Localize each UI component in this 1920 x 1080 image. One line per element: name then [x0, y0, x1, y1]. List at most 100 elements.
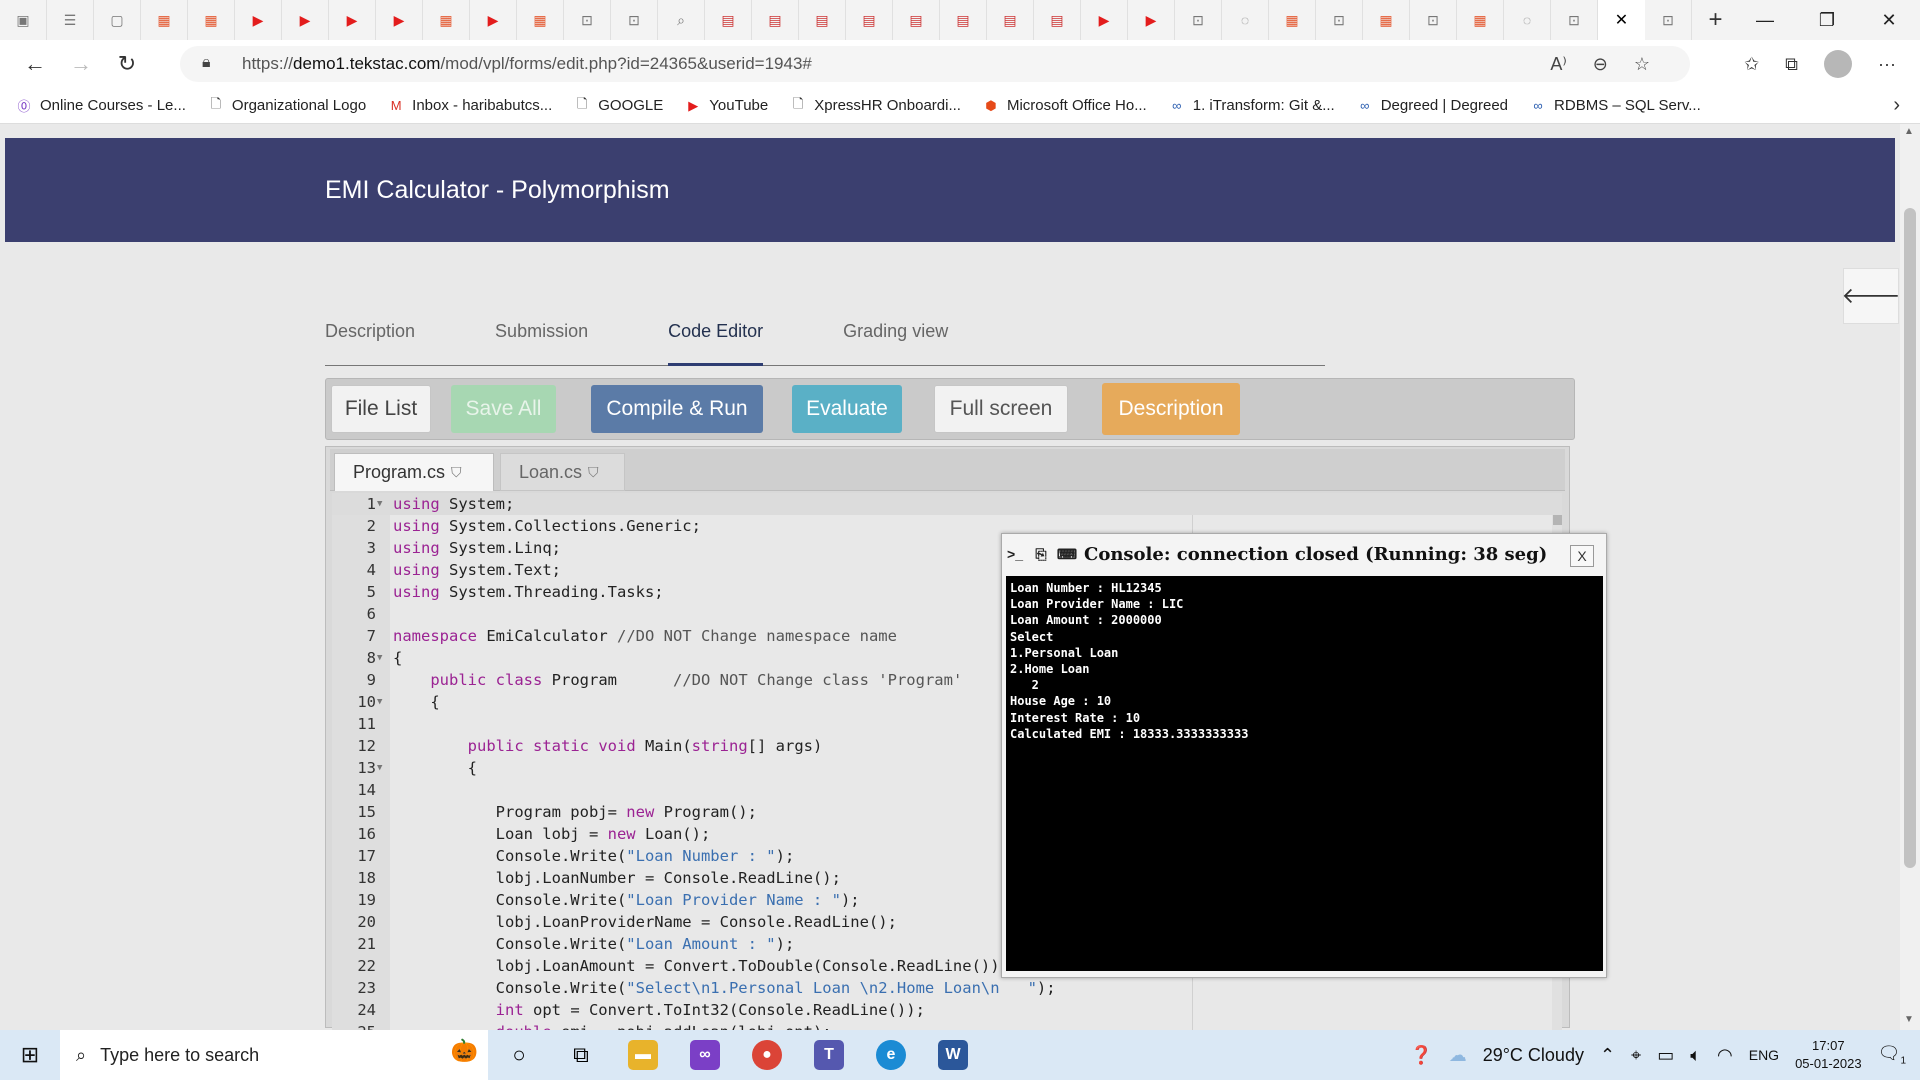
notification-icon[interactable]: 🗨︎1 [1878, 1043, 1906, 1067]
task-view-icon[interactable]: ⧉ [550, 1030, 612, 1080]
zoom-out-icon[interactable]: ⊖ [1593, 54, 1608, 75]
scroll-up-icon[interactable]: ▲ [1904, 126, 1914, 137]
fold-arrow-icon[interactable]: ▼ [377, 493, 382, 515]
page-scroll-thumb[interactable] [1904, 208, 1916, 868]
volume-icon[interactable]: 🔈︎ [1690, 1045, 1701, 1066]
bookmark-item[interactable]: ∞ Degreed | Degreed [1357, 97, 1508, 114]
code-line[interactable]: 23 Console.Write("Select\n1.Personal Loa… [332, 977, 1562, 999]
read-aloud-icon[interactable]: A⁾ [1550, 54, 1566, 75]
bookmark-item[interactable]: 🗋 Organizational Logo [208, 96, 367, 115]
compile-run-button[interactable]: Compile & Run [591, 385, 763, 433]
browser-tab[interactable]: ⌕ [658, 0, 705, 40]
restore-icon[interactable]: ❐ [1796, 0, 1858, 40]
collections-icon[interactable]: ⧉ [1785, 54, 1798, 75]
browser-tab[interactable]: ▶ [470, 0, 517, 40]
fold-arrow-icon[interactable]: ▼ [377, 757, 382, 779]
full-screen-button[interactable]: Full screen [934, 385, 1068, 433]
terminal-icon[interactable]: >_ [1002, 546, 1028, 562]
save-all-button[interactable]: Save All [451, 385, 556, 433]
browser-tab[interactable]: ⊡ [1645, 0, 1692, 40]
add-favorite-icon[interactable]: ☆ [1634, 54, 1650, 75]
console-close-button[interactable]: X [1570, 545, 1594, 567]
forward-button[interactable]: → [58, 44, 104, 84]
edge-icon[interactable]: e [860, 1030, 922, 1080]
active-browser-tab[interactable]: ✕ [1598, 0, 1645, 40]
browser-tab[interactable]: ◌ [1222, 0, 1269, 40]
help-icon[interactable]: ❓ [1410, 1045, 1432, 1066]
browser-tab[interactable]: ▶ [329, 0, 376, 40]
description-button[interactable]: Description [1102, 383, 1240, 435]
windows-start-icon[interactable]: ⊞ [0, 1030, 60, 1080]
evaluate-button[interactable]: Evaluate [792, 385, 902, 433]
bookmark-item[interactable]: M Inbox - haribabutcs... [388, 97, 553, 114]
refresh-button[interactable]: ↻ [104, 44, 150, 84]
cortana-icon[interactable]: ○ [488, 1030, 550, 1080]
bookmark-item[interactable]: ⬢ Microsoft Office Ho... [983, 97, 1146, 114]
browser-tab[interactable]: ▦ [1457, 0, 1504, 40]
browser-tab[interactable]: ▦ [423, 0, 470, 40]
tab-submission[interactable]: Submission [495, 300, 588, 366]
browser-tab[interactable]: ▤ [940, 0, 987, 40]
browser-tab[interactable]: ▤ [846, 0, 893, 40]
fold-arrow-icon[interactable]: ▼ [377, 647, 382, 669]
new-tab-button[interactable]: + [1692, 0, 1739, 40]
browser-tab[interactable]: ⊡ [564, 0, 611, 40]
code-line[interactable]: 24 int opt = Convert.ToInt32(Console.Rea… [332, 999, 1562, 1021]
browser-tab[interactable]: ▶ [235, 0, 282, 40]
tab-grading-view[interactable]: Grading view [843, 300, 948, 366]
browser-tab[interactable]: ⊡ [1551, 0, 1598, 40]
copy-icon[interactable]: ⎘ [1028, 546, 1054, 563]
close-window-icon[interactable]: ✕ [1858, 0, 1920, 40]
browser-tab[interactable]: ▶ [1128, 0, 1175, 40]
collapse-sidebar-button[interactable]: 🡐 [1842, 268, 1900, 324]
scroll-down-icon[interactable]: ▼ [1904, 1014, 1914, 1025]
browser-tab[interactable]: ▶ [1081, 0, 1128, 40]
favorites-icon[interactable]: ✩ [1744, 54, 1759, 75]
browser-tab[interactable]: ⊡ [1410, 0, 1457, 40]
browser-tab[interactable]: ▤ [893, 0, 940, 40]
bookmark-item[interactable]: 🗋 GOOGLE [574, 96, 663, 115]
tab-actions-icon[interactable]: ▣ [0, 0, 47, 40]
wifi-icon[interactable]: ◠ [1717, 1045, 1733, 1066]
bookmark-item[interactable]: ⓪ Online Courses - Le... [16, 97, 185, 114]
browser-tab[interactable]: ▤ [705, 0, 752, 40]
more-menu-icon[interactable]: ··· [1878, 54, 1896, 75]
tab-code-editor[interactable]: Code Editor [668, 300, 764, 366]
battery-icon[interactable]: ▭ [1657, 1045, 1674, 1066]
browser-tab[interactable]: ⊡ [1316, 0, 1363, 40]
profile-avatar[interactable] [1824, 50, 1853, 78]
chrome-icon[interactable]: ● [736, 1030, 798, 1080]
visual-studio-icon[interactable]: ∞ [674, 1030, 736, 1080]
meet-now-icon[interactable]: ⌖ [1631, 1045, 1641, 1066]
console-output[interactable]: Loan Number : HL12345 Loan Provider Name… [1006, 576, 1603, 971]
file-tab-program[interactable]: Program.cs ⛉ [334, 453, 494, 491]
lock-icon[interactable]: 🔒︎ [202, 54, 211, 72]
file-tab-loan[interactable]: Loan.cs ⛉ [500, 453, 625, 491]
browser-tab[interactable]: ▤ [1034, 0, 1081, 40]
bookmark-item[interactable]: 🗋 XpressHR Onboardi... [790, 96, 961, 115]
browser-tab[interactable]: ▦ [141, 0, 188, 40]
teams-icon[interactable]: T [798, 1030, 860, 1080]
back-button[interactable]: ← [12, 44, 58, 84]
clock[interactable]: 17:07 05-01-2023 [1795, 1037, 1862, 1073]
tray-expand-icon[interactable]: ⌃ [1600, 1045, 1615, 1066]
browser-tab[interactable]: ▦ [188, 0, 235, 40]
language-indicator[interactable]: ENG [1749, 1047, 1779, 1063]
browser-tab[interactable]: ▤ [799, 0, 846, 40]
chevron-right-icon[interactable]: › [1893, 94, 1900, 117]
minimize-icon[interactable]: — [1734, 0, 1796, 40]
close-tab-icon[interactable]: ✕ [1615, 10, 1628, 30]
fold-arrow-icon[interactable]: ▼ [377, 691, 382, 713]
browser-tab[interactable]: ▶ [376, 0, 423, 40]
browser-tab[interactable]: ◌ [1504, 0, 1551, 40]
taskbar-search[interactable]: ⌕ Type here to search 🎃 [60, 1030, 488, 1080]
weather-text[interactable]: 29°C Cloudy [1483, 1045, 1584, 1066]
browser-tab[interactable]: ⊡ [611, 0, 658, 40]
code-line[interactable]: 25 double emi = pobj.addLoan(lobj,opt); [332, 1021, 1562, 1030]
tab-description[interactable]: Description [325, 300, 415, 366]
page-scrollbar[interactable]: ▲ ▼ [1900, 124, 1920, 1030]
browser-tab[interactable]: ▤ [987, 0, 1034, 40]
word-icon[interactable]: W [922, 1030, 984, 1080]
browser-tab[interactable]: ⊡ [1175, 0, 1222, 40]
file-explorer-icon[interactable]: ▬ [612, 1030, 674, 1080]
